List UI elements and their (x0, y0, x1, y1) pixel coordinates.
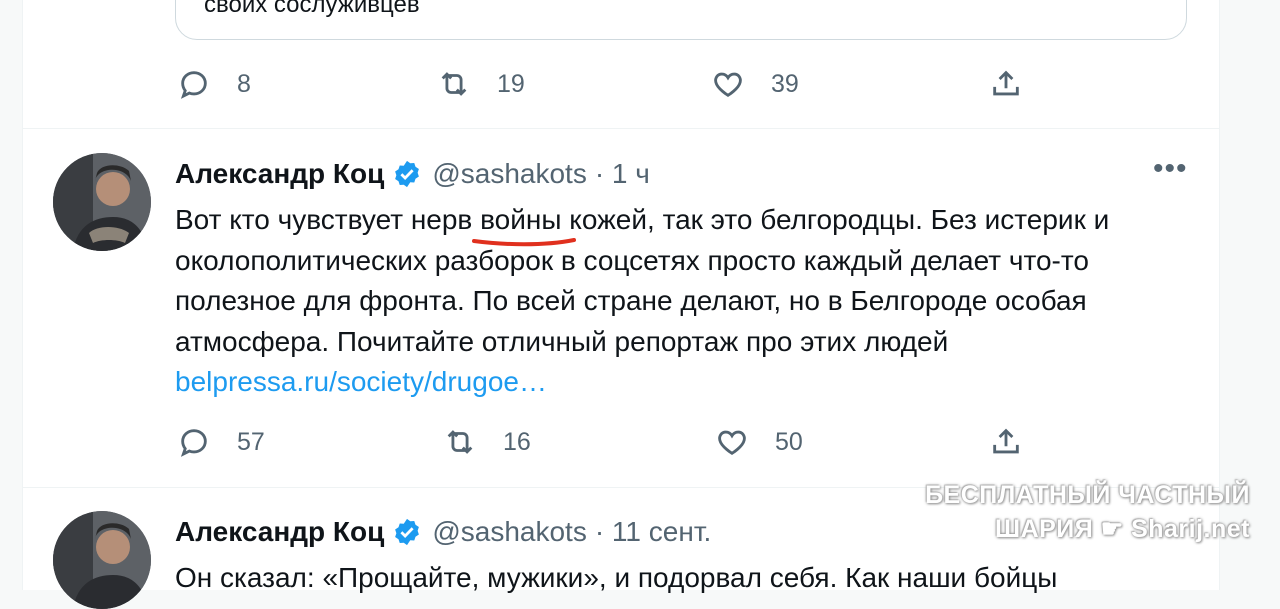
reply-icon (180, 71, 207, 99)
retweet-button[interactable]: 16 (443, 425, 531, 459)
share-button[interactable] (989, 425, 1023, 459)
avatar[interactable] (53, 153, 151, 251)
watermark-line1: БЕСПЛАТНЫЙ ЧАСТНЫЙ (925, 481, 1250, 509)
more-options-icon[interactable]: ••• (1153, 152, 1188, 186)
retweet-count: 19 (497, 69, 525, 98)
tweet-header: Александр Коц @sashakots · 11 сент. (175, 516, 711, 548)
retweet-count: 16 (503, 427, 531, 456)
reply-button[interactable]: 57 (177, 425, 265, 459)
tweet-text: Вот кто чувствует нерв войны кожей, так … (175, 200, 1175, 403)
reply-count: 57 (237, 427, 265, 456)
like-button[interactable]: 39 (711, 67, 799, 101)
underlined-word: войны (472, 204, 577, 247)
pointing-hand-icon: ☛ (1100, 515, 1124, 543)
quoted-tweet-card[interactable]: своих сослуживцев (175, 0, 1187, 40)
reply-icon (180, 429, 207, 457)
retweet-icon (441, 72, 467, 96)
author-handle[interactable]: @sashakots (432, 516, 587, 548)
reply-count: 8 (237, 69, 251, 98)
quoted-tweet-text: своих сослуживцев (204, 0, 420, 18)
reply-button[interactable]: 8 (177, 67, 251, 101)
tweet-header: Александр Коц @sashakots · 1 ч (175, 158, 650, 190)
like-button[interactable]: 50 (715, 425, 803, 459)
share-icon (993, 428, 1019, 454)
verified-badge-icon (395, 160, 420, 188)
tweet-text-part: Вот кто чувствует нерв (175, 204, 481, 235)
retweet-button[interactable]: 19 (437, 67, 525, 101)
share-icon (993, 70, 1019, 96)
like-count: 39 (771, 69, 799, 98)
retweet-icon (447, 430, 473, 454)
red-underline-mark (472, 238, 577, 247)
heart-icon (714, 72, 742, 97)
author-name[interactable]: Александр Коц (175, 158, 384, 190)
avatar[interactable] (53, 511, 151, 609)
author-name[interactable]: Александр Коц (175, 516, 384, 548)
heart-icon (718, 430, 746, 455)
share-button[interactable] (989, 67, 1023, 101)
tweet-link[interactable]: belpressa.ru/society/drugoe… (175, 366, 547, 397)
like-count: 50 (775, 427, 803, 456)
tweet-divider (23, 128, 1219, 129)
verified-badge-icon (395, 518, 420, 546)
watermark-line2: ШАРИЯ ☛ Sharij.net (994, 515, 1250, 543)
watermark: БЕСПЛАТНЫЙ ЧАСТНЫЙ ШАРИЯ ☛ Sharij.net (925, 478, 1250, 546)
tweet-timestamp[interactable]: · 11 сент. (595, 516, 711, 548)
tweet-timestamp[interactable]: · 1 ч (595, 158, 650, 190)
tweet-text: Он сказал: «Прощайте, мужики», и подорва… (175, 562, 1058, 593)
author-handle[interactable]: @sashakots (432, 158, 587, 190)
